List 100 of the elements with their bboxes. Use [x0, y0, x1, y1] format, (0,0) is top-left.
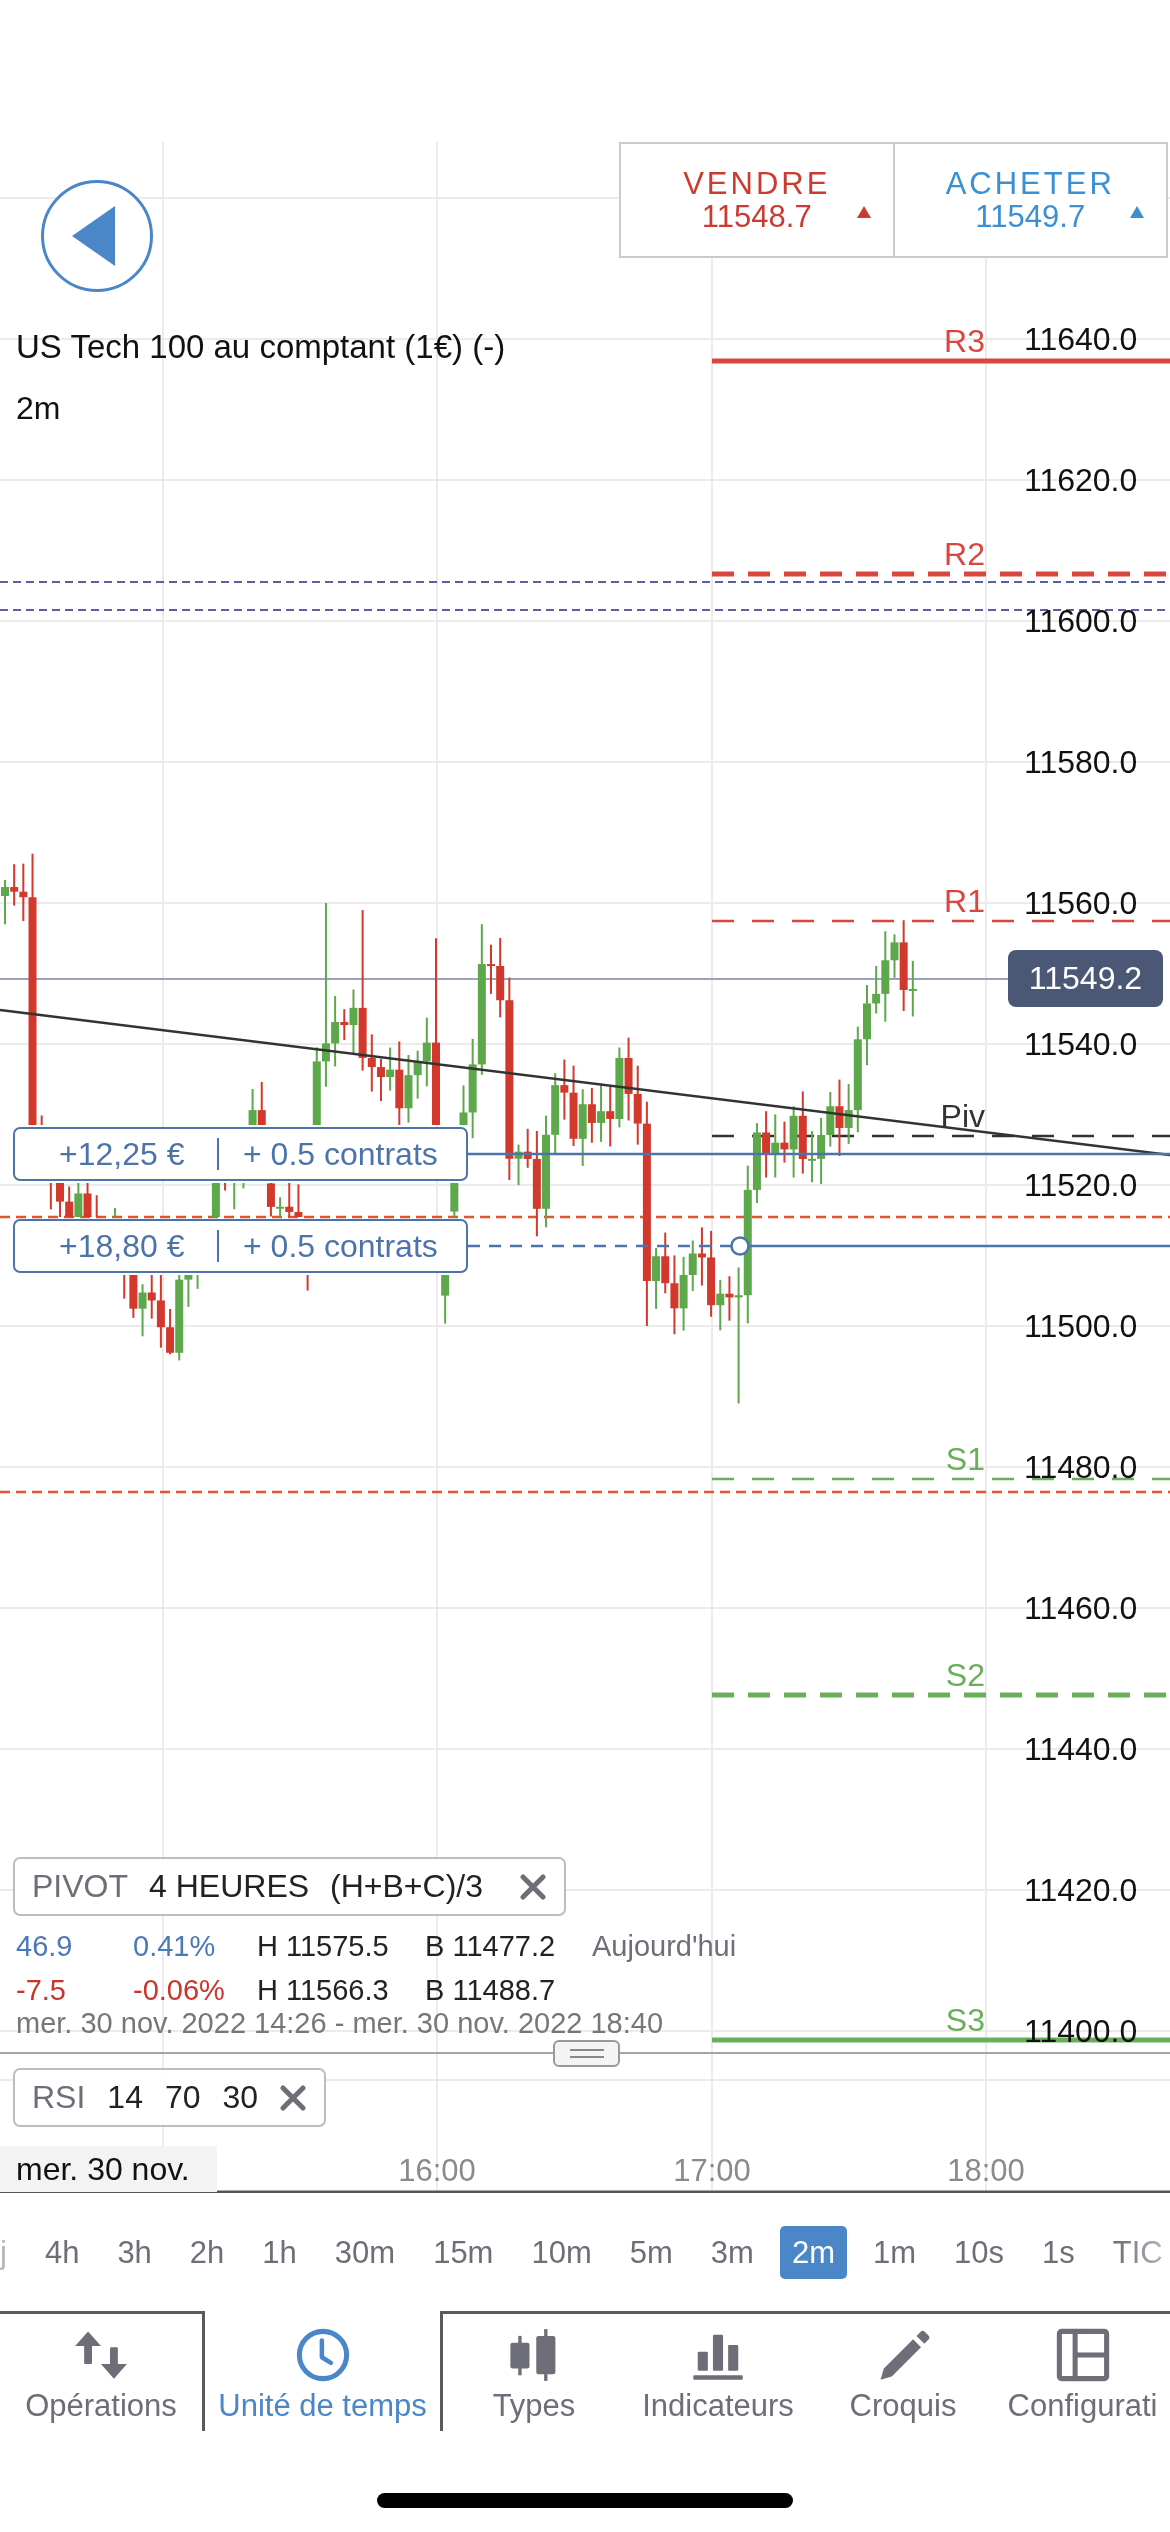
candlestick: [242, 1182, 245, 1190]
left-triangle-icon: [71, 206, 115, 266]
pivot-level-label: S1: [945, 1441, 985, 1477]
low-value: B 11477.2: [425, 1929, 556, 1963]
price-axis-label: 11540.0: [1024, 1026, 1138, 1062]
candlestick: [224, 1182, 227, 1192]
current-price-label: 11549.2: [1008, 950, 1163, 1007]
position-pnl: +18,80 €: [59, 1228, 185, 1264]
position-tag[interactable]: +18,80 € + 0.5 contrats: [13, 1219, 468, 1273]
indicator-name: PIVOT: [32, 1868, 128, 1905]
chart-timeframe: 2m: [16, 389, 61, 427]
pivot-level-label: R2: [944, 536, 985, 572]
candlestick: [404, 1054, 413, 1124]
high-value: H 11575.5: [257, 1929, 389, 1963]
timeframe-option[interactable]: 1s: [1030, 2225, 1087, 2279]
timeframe-option[interactable]: 4h: [32, 2225, 92, 2279]
candlestick: [49, 1182, 52, 1211]
pivot-level-label: R3: [944, 323, 985, 359]
candlestick: [233, 1182, 236, 1211]
candlestick: [688, 1239, 697, 1293]
axis-date-label: mer. 30 nov.: [0, 2146, 217, 2192]
timeframe-option[interactable]: 10s: [942, 2225, 1017, 2279]
toolbar-tab[interactable]: Unité de temps: [202, 2311, 443, 2431]
toolbar-tab[interactable]: Types: [443, 2311, 625, 2431]
timeframe-option[interactable]: 3h: [105, 2225, 164, 2279]
candlestick: [762, 1110, 771, 1179]
indicator-chip[interactable]: RSI 14 70 30: [13, 2068, 327, 2127]
timeframe-option[interactable]: TIC: [1100, 2225, 1170, 2279]
high-value: H 11566.3: [257, 1973, 389, 2007]
candlestick: [817, 1116, 826, 1185]
indicator-chip[interactable]: PIVOT 4 HEURES (H+B+C)/3: [13, 1857, 566, 1916]
price-axis-label: 11640.0: [1024, 321, 1138, 357]
candlestick: [74, 1182, 83, 1218]
indicator-parameter: 14: [107, 2079, 143, 2116]
candlestick: [114, 1207, 117, 1218]
candlestick: [248, 1087, 257, 1126]
price-axis-label: 11600.0: [1024, 603, 1138, 639]
price-axis-label: 11460.0: [1024, 1590, 1138, 1626]
pivot-level-label: S3: [945, 2002, 985, 2038]
toolbar-tab[interactable]: Croquis: [811, 2311, 995, 2431]
timeframe-option[interactable]: 2m: [779, 2225, 847, 2279]
change-percent: 0.41%: [133, 1929, 216, 1963]
toolbar-tab[interactable]: Indicateurs: [625, 2311, 811, 2431]
timeframe-option[interactable]: 10m: [519, 2225, 604, 2279]
price-axis-label: 11440.0: [1024, 1731, 1138, 1767]
buy-button[interactable]: ACHETER 11549.7: [892, 144, 1166, 256]
time-axis-label: 16:00: [398, 2153, 476, 2188]
indicator-formula: (H+B+C)/3: [330, 1868, 483, 1905]
candlestick: [661, 1231, 670, 1295]
pivot-level-label: S2: [945, 1657, 985, 1693]
indicator-name: RSI: [32, 2079, 86, 2116]
timeframe-option[interactable]: 3m: [698, 2225, 766, 2279]
low-value: B 11488.7: [425, 1973, 556, 2007]
candlestick: [826, 1091, 835, 1148]
date-range: mer. 30 nov. 2022 14:26 - mer. 30 nov. 2022 18:40: [16, 2006, 665, 2040]
indicator-parameter: 70: [164, 2079, 201, 2116]
candlestick: [257, 1080, 266, 1126]
timeframe-option[interactable]: 2h: [177, 2225, 237, 2279]
price-axis-label: 11580.0: [1024, 744, 1138, 780]
period-note: Aujourd'hui: [592, 1929, 737, 1963]
candlestick: [441, 1274, 450, 1325]
line-handle-icon[interactable]: [730, 1236, 750, 1256]
pane-resize-handle[interactable]: [553, 2040, 620, 2067]
candlestick: [376, 1057, 385, 1103]
sell-button[interactable]: VENDRE 11548.7: [621, 144, 893, 256]
remove-button[interactable]: [520, 1873, 546, 1900]
position-tag[interactable]: +12,25 € + 0.5 contrats: [13, 1127, 468, 1181]
toolbar-tab[interactable]: Configurati: [995, 2311, 1170, 2431]
candlestick: [306, 1274, 309, 1292]
candlestick: [138, 1283, 147, 1338]
price-axis-label: 11420.0: [1024, 1872, 1138, 1908]
candlestick: [40, 1114, 43, 1126]
close-icon: [280, 2084, 307, 2111]
price-axis-label: 11480.0: [1024, 1449, 1138, 1485]
toolbar-tab[interactable]: Opérations: [0, 2311, 202, 2431]
candlestick: [83, 1182, 92, 1218]
price-axis-label: 11620.0: [1024, 462, 1138, 498]
instrument-name: US Tech 100 au comptant (1€) (-): [16, 328, 506, 366]
candlestick: [10, 863, 19, 907]
change-percent: -0.06%: [133, 1973, 225, 2007]
position-size: + 0.5 contrats: [243, 1136, 438, 1172]
candlestick: [450, 1182, 459, 1218]
indicator-period: 4 HEURES: [149, 1868, 310, 1905]
candlestick: [196, 1274, 199, 1290]
candlestick: [606, 1085, 615, 1148]
time-axis-label: 18:00: [947, 2153, 1025, 2188]
timeframe-option[interactable]: 5m: [617, 2225, 685, 2279]
indicator-parameter: 30: [222, 2079, 259, 2116]
candlestick: [294, 1183, 303, 1218]
price-axis-label: 11560.0: [1024, 885, 1138, 921]
candlestick: [123, 1274, 126, 1300]
candlestick: [211, 1182, 220, 1218]
timeframe-option[interactable]: 1m: [861, 2225, 929, 2279]
timeframe-option[interactable]: 15m: [421, 2225, 506, 2279]
position-size: + 0.5 contrats: [243, 1228, 438, 1264]
timeframe-option[interactable]: 1h: [250, 2225, 309, 2279]
candlestick: [129, 1274, 138, 1319]
remove-button[interactable]: [280, 2084, 307, 2111]
timeframe-option[interactable]: 30m: [322, 2225, 408, 2279]
up-triangle-icon: [856, 206, 871, 218]
